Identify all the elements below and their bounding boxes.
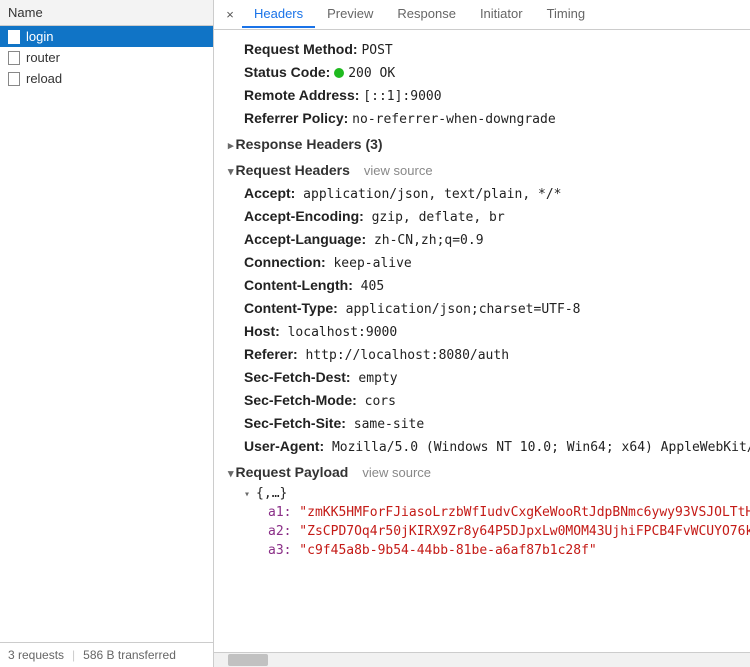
header-row: Connection: keep-alive — [214, 251, 750, 274]
header-key: Remote Address: — [244, 87, 359, 103]
header-key: Sec-Fetch-Mode: — [244, 392, 357, 408]
header-value: no-referrer-when-downgrade — [352, 112, 556, 127]
view-source-link[interactable]: view source — [362, 465, 431, 480]
header-row: Accept-Language: zh-CN,zh;q=0.9 — [214, 228, 750, 251]
header-value: localhost:9000 — [280, 325, 397, 340]
tab-bar: × HeadersPreviewResponseInitiatorTiming — [214, 0, 750, 30]
header-row: Content-Length: 405 — [214, 274, 750, 297]
response-headers-section[interactable]: Response Headers (3) — [214, 130, 750, 156]
header-value: POST — [361, 43, 392, 58]
status-bar: 3 requests | 586 B transferred — [0, 642, 213, 667]
scrollbar-thumb[interactable] — [228, 654, 268, 666]
header-key: Connection: — [244, 254, 326, 270]
request-list-panel: Name login router reload 3 requests | 586 … — [0, 0, 214, 667]
document-icon — [8, 30, 20, 44]
horizontal-scrollbar[interactable] — [214, 652, 750, 667]
header-row: Sec-Fetch-Dest: empty — [214, 366, 750, 389]
request-payload-section[interactable]: Request Payloadview source — [214, 458, 750, 484]
header-key: Referrer Policy: — [244, 110, 348, 126]
header-value: http://localhost:8080/auth — [298, 348, 509, 363]
header-value: 405 — [353, 279, 384, 294]
header-value: application/json, text/plain, */* — [295, 187, 561, 202]
payload-value: "zmKK5HMForFJiasoLrzbWfIudvCxgKeWooRtJdp… — [291, 505, 750, 520]
header-value: keep-alive — [326, 256, 412, 271]
header-value: zh-CN,zh;q=0.9 — [366, 233, 483, 248]
request-row[interactable]: login — [0, 26, 213, 47]
transferred-size: 586 B transferred — [83, 648, 176, 662]
header-row: Accept-Encoding: gzip, deflate, br — [214, 205, 750, 228]
header-row: User-Agent: Mozilla/5.0 (Windows NT 10.0… — [214, 435, 750, 458]
header-key: Status Code: — [244, 64, 330, 80]
header-key: Accept-Language: — [244, 231, 366, 247]
tab-timing[interactable]: Timing — [535, 1, 598, 28]
tab-initiator[interactable]: Initiator — [468, 1, 535, 28]
close-icon[interactable]: × — [218, 7, 242, 22]
header-value: application/json;charset=UTF-8 — [338, 302, 581, 317]
tab-response[interactable]: Response — [385, 1, 468, 28]
header-key: Accept: — [244, 185, 295, 201]
payload-body: {,…} a1: "zmKK5HMForFJiasoLrzbWfIudvCxgK… — [214, 484, 750, 560]
header-value: [::1]:9000 — [363, 89, 441, 104]
header-value: gzip, deflate, br — [364, 210, 505, 225]
header-value: cors — [357, 394, 396, 409]
header-value: 200 OK — [348, 66, 395, 81]
payload-row: a1: "zmKK5HMForFJiasoLrzbWfIudvCxgKeWooR… — [244, 503, 750, 522]
header-row: Host: localhost:9000 — [214, 320, 750, 343]
request-name: login — [26, 29, 53, 44]
header-key: Accept-Encoding: — [244, 208, 364, 224]
header-row: Referer: http://localhost:8080/auth — [214, 343, 750, 366]
header-row: Status Code: 200 OK — [214, 61, 750, 84]
header-key: Sec-Fetch-Dest: — [244, 369, 351, 385]
tab-preview[interactable]: Preview — [315, 1, 385, 28]
request-name: router — [26, 50, 60, 65]
payload-row: a2: "ZsCPD7Oq4r50jKIRX9Zr8y64P5DJpxLw0MO… — [244, 522, 750, 541]
header-row: Request Method: POST — [214, 38, 750, 61]
header-key: Host: — [244, 323, 280, 339]
name-column-header[interactable]: Name — [0, 0, 213, 26]
request-name: reload — [26, 71, 62, 86]
header-row: Remote Address: [::1]:9000 — [214, 84, 750, 107]
status-dot-icon — [334, 68, 344, 78]
header-row: Content-Type: application/json;charset=U… — [214, 297, 750, 320]
separator: | — [72, 648, 75, 662]
payload-key: a3: — [268, 543, 291, 558]
view-source-link[interactable]: view source — [364, 163, 433, 178]
header-value: Mozilla/5.0 (Windows NT 10.0; Win64; x64… — [324, 440, 750, 455]
payload-value: "c9f45a8b-9b54-44bb-81be-a6af87b1c28f" — [291, 543, 596, 558]
payload-value: "ZsCPD7Oq4r50jKIRX9Zr8y64P5DJpxLw0MOM43U… — [291, 524, 750, 539]
header-row: Accept: application/json, text/plain, */… — [214, 182, 750, 205]
details-panel: × HeadersPreviewResponseInitiatorTiming … — [214, 0, 750, 667]
header-row: Referrer Policy: no-referrer-when-downgr… — [214, 107, 750, 130]
header-key: Referer: — [244, 346, 298, 362]
header-value: same-site — [346, 417, 424, 432]
payload-key: a1: — [268, 505, 291, 520]
header-key: Sec-Fetch-Site: — [244, 415, 346, 431]
header-key: User-Agent: — [244, 438, 324, 454]
document-icon — [8, 72, 20, 86]
tab-headers[interactable]: Headers — [242, 1, 315, 28]
header-key: Content-Type: — [244, 300, 338, 316]
header-key: Content-Length: — [244, 277, 353, 293]
document-icon — [8, 51, 20, 65]
header-row: Sec-Fetch-Mode: cors — [214, 389, 750, 412]
header-row: Sec-Fetch-Site: same-site — [214, 412, 750, 435]
header-value: empty — [351, 371, 398, 386]
request-list: login router reload — [0, 26, 213, 642]
payload-key: a2: — [268, 524, 291, 539]
payload-row: a3: "c9f45a8b-9b54-44bb-81be-a6af87b1c28… — [244, 541, 750, 560]
requests-count: 3 requests — [8, 648, 64, 662]
header-key: Request Method: — [244, 41, 358, 57]
headers-pane[interactable]: Request Method: POSTStatus Code: 200 OKR… — [214, 30, 750, 652]
request-headers-section[interactable]: Request Headersview source — [214, 156, 750, 182]
json-root-toggle[interactable]: {,…} — [244, 484, 750, 503]
request-row[interactable]: reload — [0, 68, 213, 89]
request-row[interactable]: router — [0, 47, 213, 68]
